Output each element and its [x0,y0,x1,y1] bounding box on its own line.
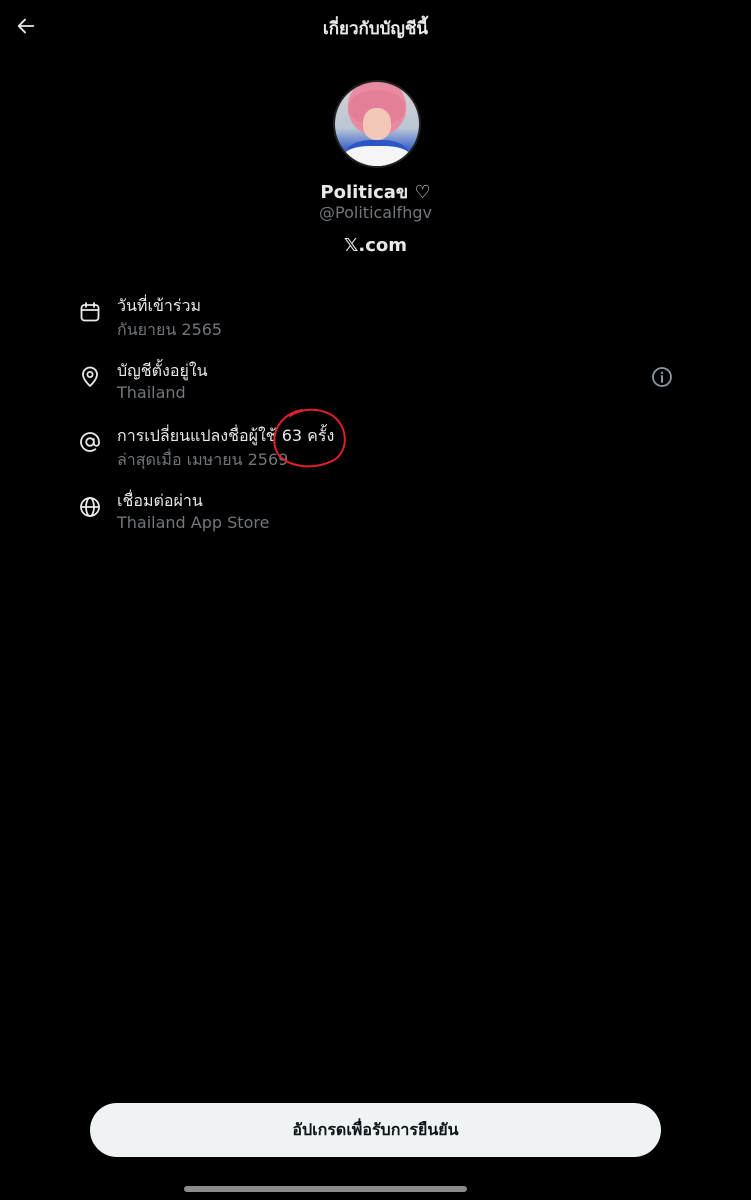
top-bar: เกี่ยวกับบัญชีนี้ [0,0,751,54]
calendar-icon [80,302,100,322]
detail-row-join-date: วันที่เข้าร่วม กันยายน 2565 [78,294,678,344]
detail-label: เชื่อมต่อผ่าน [117,491,203,510]
display-name: Politicaข ♡ [320,182,431,203]
detail-label: วันที่เข้าร่วม [117,296,201,315]
home-indicator [184,1186,467,1192]
detail-value: ล่าสุดเมื่อ เมษายน 2569 [117,450,289,469]
site-label: 𝕏.com [343,235,408,256]
detail-row-location: บัญชีตั้งอยู่ใน Thailand [78,359,678,409]
detail-value: กันยายน 2565 [117,320,223,339]
globe-icon [80,497,100,517]
red-circle-annotation [273,408,346,468]
detail-value: Thailand App Store [117,513,270,532]
at-sign-icon [80,432,100,452]
detail-row-username-changes: การเปลี่ยนแปลงชื่อผู้ใช้ 63 ครั้ง ล่าสุด… [78,424,678,474]
location-pin-icon [82,366,98,387]
detail-value: Thailand [117,383,186,402]
upgrade-verification-button[interactable]: อัปเกรดเพื่อรับการยืนยัน [90,1103,661,1157]
username-handle: @Politicalfhgv [319,203,432,222]
detail-label: บัญชีตั้งอยู่ใน [117,361,208,380]
page-title: เกี่ยวกับบัญชีนี้ [322,19,429,39]
info-icon[interactable] [650,365,674,389]
detail-row-connected-via: เชื่อมต่อผ่าน Thailand App Store [78,489,678,539]
avatar[interactable] [333,80,421,168]
